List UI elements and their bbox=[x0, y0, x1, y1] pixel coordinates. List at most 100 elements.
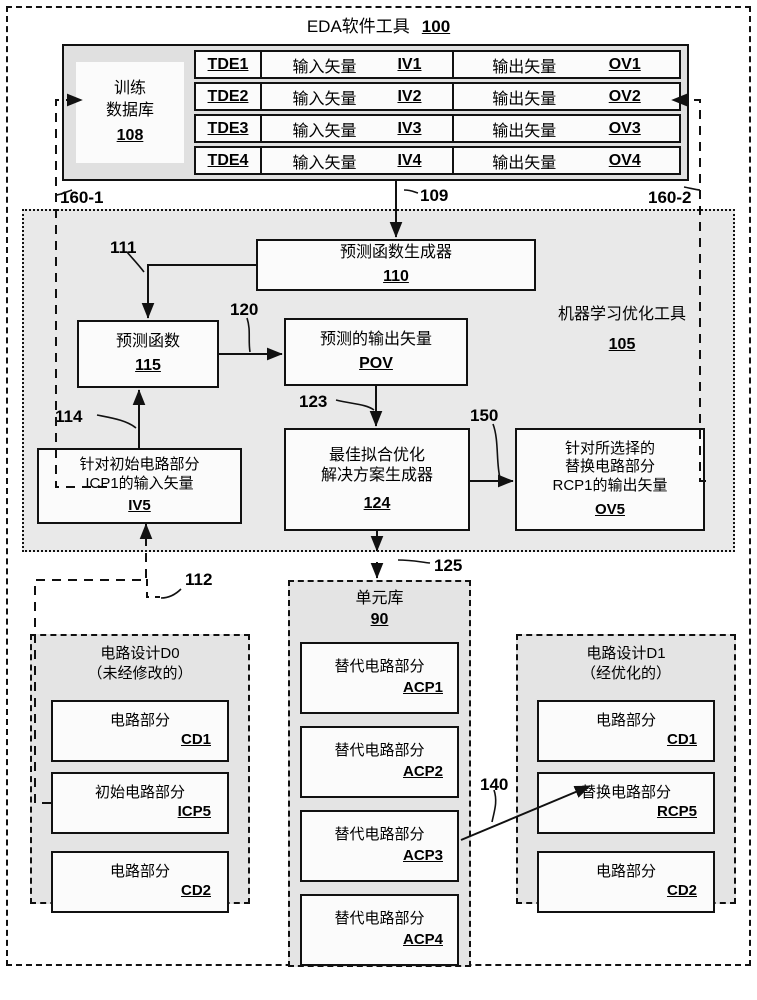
output-vector-label: 输出矢量 bbox=[492, 90, 557, 108]
page-title-ref: 100 bbox=[421, 17, 451, 36]
prediction-function-box[interactable]: 预测函数 115 bbox=[77, 320, 219, 388]
output-vector-rcp1-box[interactable]: 针对所选择的 替换电路部分 RCP1的输出矢量 OV5 bbox=[515, 428, 705, 531]
page-title: EDA软件工具 100 bbox=[0, 12, 757, 37]
best-fit-line1: 最佳拟合优化 bbox=[328, 446, 425, 464]
alternative-circuit-portion-box[interactable]: 替代电路部分 ACP2 bbox=[300, 726, 459, 798]
predicted-output-vector-label: 预测的输出矢量 bbox=[319, 331, 432, 348]
training-data-table: TDE1 输入矢量 IV1 输出矢量 OV1 TDE2 输入矢量 IV2 输出矢… bbox=[194, 50, 681, 175]
output-vector-label: 输出矢量 bbox=[492, 58, 557, 76]
prediction-function-generator-ref: 110 bbox=[383, 268, 409, 285]
d0-item-ref: ICP5 bbox=[177, 803, 211, 820]
input-vector-ref: IV3 bbox=[397, 119, 422, 137]
predicted-output-vector-ref: POV bbox=[359, 355, 393, 372]
table-row[interactable]: TDE1 输入矢量 IV1 输出矢量 OV1 bbox=[194, 50, 681, 79]
callout-125: 125 bbox=[434, 556, 463, 575]
callout-112: 112 bbox=[185, 570, 213, 589]
ov5-ref: OV5 bbox=[594, 500, 625, 518]
d1-title-line1: 电路设计D1 bbox=[586, 645, 666, 662]
acp-ref: ACP4 bbox=[402, 931, 443, 948]
circuit-design-d0-label: 电路设计D0 （未经修改的） bbox=[30, 644, 250, 685]
d1-item-ref: CD1 bbox=[666, 731, 697, 748]
circuit-design-d1-label: 电路设计D1 （经优化的） bbox=[516, 644, 736, 685]
ov5-line3: RCP1的输出矢量 bbox=[552, 477, 668, 494]
callout-140: 140 bbox=[480, 775, 509, 794]
output-vector-ref: OV4 bbox=[608, 151, 641, 169]
ml-tool-name: 机器学习优化工具 bbox=[557, 306, 686, 323]
training-db-ref: 108 bbox=[116, 127, 144, 145]
replacement-circuit-portion-box[interactable]: 替换电路部分 RCP5 bbox=[537, 772, 715, 834]
ov5-line1: 针对所选择的 bbox=[564, 439, 655, 457]
d0-item-label: 电路部分 bbox=[109, 863, 170, 881]
output-vector-ref: OV1 bbox=[608, 55, 641, 73]
table-row[interactable]: TDE4 输入矢量 IV4 输出矢量 OV4 bbox=[194, 146, 681, 175]
callout-160-1: 160-1 bbox=[60, 188, 104, 207]
initial-circuit-portion-box[interactable]: 初始电路部分 ICP5 bbox=[51, 772, 229, 834]
ml-tool-label: 机器学习优化工具 105 bbox=[527, 300, 717, 354]
d0-item-label: 电路部分 bbox=[109, 712, 170, 730]
input-vector-label: 输入矢量 bbox=[292, 154, 357, 172]
prediction-function-ref: 115 bbox=[135, 357, 161, 374]
callout-111: 111 bbox=[110, 238, 137, 257]
acp-ref: ACP2 bbox=[402, 763, 443, 780]
d1-item-label: 替换电路部分 bbox=[580, 784, 671, 802]
alternative-circuit-portion-box[interactable]: 替代电路部分 ACP4 bbox=[300, 894, 459, 966]
callout-120: 120 bbox=[230, 300, 259, 319]
callout-114: 114 bbox=[55, 407, 83, 426]
input-vector-label: 输入矢量 bbox=[292, 58, 357, 76]
d0-title-line1: 电路设计D0 bbox=[100, 645, 180, 662]
circuit-portion-box[interactable]: 电路部分 CD2 bbox=[51, 851, 229, 913]
acp-label: 替代电路部分 bbox=[334, 910, 425, 928]
acp-label: 替代电路部分 bbox=[334, 742, 425, 760]
d1-item-label: 电路部分 bbox=[595, 863, 656, 881]
ml-tool-ref: 105 bbox=[608, 336, 636, 353]
best-fit-line2: 解决方案生成器 bbox=[320, 466, 433, 484]
acp-label: 替代电路部分 bbox=[334, 658, 425, 676]
circuit-portion-box[interactable]: 电路部分 CD1 bbox=[537, 700, 715, 762]
input-vector-ref: IV4 bbox=[397, 151, 422, 169]
tde-id: TDE4 bbox=[207, 151, 249, 169]
alternative-circuit-portion-box[interactable]: 替代电路部分 ACP3 bbox=[300, 810, 459, 882]
cell-library-title: 单元库 bbox=[355, 590, 404, 607]
prediction-function-generator-box[interactable]: 预测函数生成器 110 bbox=[256, 239, 536, 291]
table-row[interactable]: TDE3 输入矢量 IV3 输出矢量 OV3 bbox=[194, 114, 681, 143]
acp-ref: ACP3 bbox=[402, 847, 443, 864]
ov5-line2: 替换电路部分 bbox=[564, 458, 655, 476]
iv5-ref: IV5 bbox=[128, 496, 151, 514]
input-vector-label: 输入矢量 bbox=[292, 90, 357, 108]
input-vector-ref: IV2 bbox=[397, 87, 422, 105]
circuit-portion-box[interactable]: 电路部分 CD2 bbox=[537, 851, 715, 913]
callout-109: 109 bbox=[420, 186, 449, 205]
d1-item-ref: CD2 bbox=[666, 882, 697, 899]
table-row[interactable]: TDE2 输入矢量 IV2 输出矢量 OV2 bbox=[194, 82, 681, 111]
output-vector-label: 输出矢量 bbox=[492, 122, 557, 140]
training-db-name-line2: 数据库 bbox=[105, 101, 154, 119]
d1-title-line2: （经优化的） bbox=[580, 665, 671, 683]
alternative-circuit-portion-box[interactable]: 替代电路部分 ACP1 bbox=[300, 642, 459, 714]
training-db-name-line1: 训练 bbox=[113, 80, 146, 98]
predicted-output-vector-box[interactable]: 预测的输出矢量 POV bbox=[284, 318, 468, 386]
page-title-text: EDA软件工具 bbox=[306, 17, 410, 36]
prediction-function-generator-label: 预测函数生成器 bbox=[339, 244, 452, 261]
prediction-function-label: 预测函数 bbox=[115, 333, 180, 350]
d1-item-label: 电路部分 bbox=[595, 712, 656, 730]
tde-id: TDE2 bbox=[207, 87, 249, 105]
input-vector-icp1-box[interactable]: 针对初始电路部分 ICP1的输入矢量 IV5 bbox=[37, 448, 242, 524]
d0-title-line2: （未经修改的） bbox=[87, 665, 193, 683]
d0-item-label: 初始电路部分 bbox=[94, 784, 185, 802]
iv5-line1: 针对初始电路部分 bbox=[79, 456, 200, 474]
cell-library-ref: 90 bbox=[370, 610, 389, 628]
best-fit-solution-generator-box[interactable]: 最佳拟合优化 解决方案生成器 124 bbox=[284, 428, 470, 531]
callout-150: 150 bbox=[470, 406, 499, 425]
cell-library-label: 单元库 90 bbox=[288, 589, 471, 631]
tde-id: TDE3 bbox=[207, 119, 249, 137]
circuit-portion-box[interactable]: 电路部分 CD1 bbox=[51, 700, 229, 762]
acp-ref: ACP1 bbox=[402, 679, 443, 696]
tde-id: TDE1 bbox=[207, 55, 249, 73]
callout-160-2: 160-2 bbox=[648, 188, 692, 207]
acp-label: 替代电路部分 bbox=[334, 826, 425, 844]
d0-item-ref: CD2 bbox=[180, 882, 211, 899]
output-vector-label: 输出矢量 bbox=[492, 154, 557, 172]
training-database-label: 训练 数据库 108 bbox=[76, 62, 184, 163]
output-vector-ref: OV3 bbox=[608, 119, 641, 137]
best-fit-ref: 124 bbox=[363, 494, 391, 512]
